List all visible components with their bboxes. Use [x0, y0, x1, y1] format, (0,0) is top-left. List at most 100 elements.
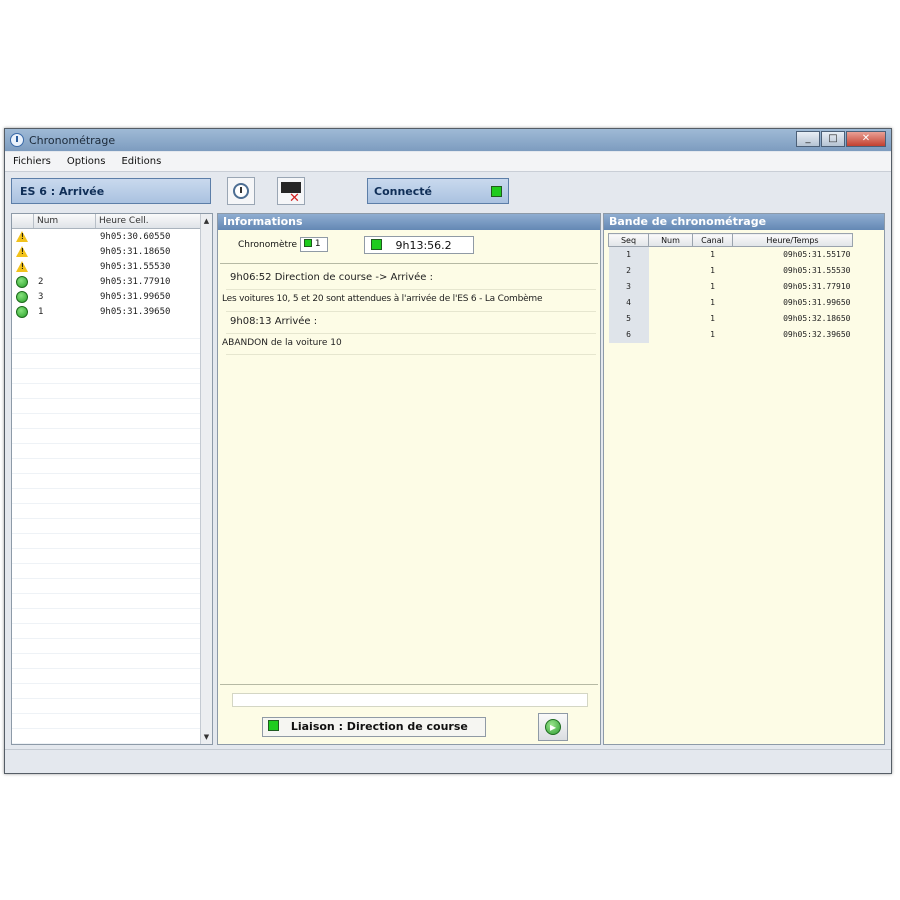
clock-button[interactable]	[227, 177, 255, 205]
column-header-icon[interactable]	[12, 214, 34, 228]
cell-num	[649, 263, 693, 279]
time-led-icon	[371, 239, 382, 250]
informations-panel: Informations Chronomètre 1 9h13:56.2 9h0…	[217, 213, 601, 745]
window-controls: _ □ ✕	[796, 131, 886, 147]
cell-time: 09h05:32.39650	[783, 330, 851, 339]
message-divider	[226, 289, 596, 290]
maximize-button[interactable]: □	[821, 131, 845, 147]
column-header-time[interactable]: Heure Cell.	[96, 214, 202, 228]
list-item-num: 3	[38, 291, 44, 302]
warning-icon	[16, 261, 28, 272]
cancel-button[interactable]	[277, 177, 305, 206]
minimize-button[interactable]: _	[796, 131, 820, 147]
cell-num	[649, 279, 693, 295]
informations-header: Informations	[218, 214, 600, 230]
list-item[interactable]: 9h05:31.18650	[12, 244, 212, 259]
chrono-label: Chronomètre	[238, 240, 298, 250]
current-time: 9h13:56.2	[395, 239, 452, 252]
list-item[interactable]: 2 9h05:31.77910	[12, 274, 212, 289]
table-row[interactable]: 1 1 09h05:31.55170	[608, 246, 853, 263]
chrono-row: Chronomètre 1 9h13:56.2	[218, 230, 600, 260]
title-bar[interactable]: Chronométrage _ □ ✕	[5, 129, 891, 151]
table-row[interactable]: 2 1 09h05:31.55530	[608, 262, 853, 279]
list-item-time: 9h05:30.60550	[100, 231, 171, 242]
clock-icon	[233, 183, 249, 199]
cell-seq: 6	[608, 326, 649, 343]
empty-rows	[12, 324, 212, 744]
message-divider	[226, 311, 596, 312]
check-circle-icon	[16, 276, 28, 288]
table-row[interactable]: 4 1 09h05:31.99650	[608, 294, 853, 311]
menu-options[interactable]: Options	[67, 156, 106, 167]
list-item[interactable]: 9h05:31.55530	[12, 259, 212, 274]
message-line: 9h06:52 Direction de course -> Arrivée :	[230, 272, 433, 283]
check-circle-icon	[16, 291, 28, 303]
chrono-selector[interactable]: 1	[300, 237, 328, 252]
link-led-icon	[268, 720, 279, 731]
list-item-time: 9h05:31.55530	[100, 261, 171, 272]
cell-time: 09h05:31.99650	[783, 298, 851, 307]
column-header-time[interactable]: Heure/Temps	[732, 233, 853, 247]
column-header-num[interactable]: Num	[34, 214, 96, 228]
cancel-icon	[281, 182, 301, 206]
cell-num	[649, 327, 693, 343]
cell-canal: 1	[710, 330, 715, 339]
list-item[interactable]: 1 9h05:31.39650	[12, 304, 212, 319]
bande-table: Seq Num Canal Heure/Temps 1 1 09h05:31.5…	[608, 233, 853, 343]
cell-time: 09h05:31.77910	[783, 282, 851, 291]
scroll-down-icon[interactable]: ▼	[201, 731, 212, 743]
cell-canal: 1	[710, 314, 715, 323]
cell-num	[649, 247, 693, 263]
cell-canal: 1	[710, 282, 715, 291]
cell-seq: 1	[608, 246, 649, 263]
cell-num	[649, 311, 693, 327]
arrow-right-icon	[545, 719, 561, 735]
menu-bar: Fichiers Options Editions	[5, 152, 891, 172]
column-header-num[interactable]: Num	[648, 233, 693, 247]
link-area: Liaison : Direction de course	[220, 684, 598, 744]
column-header-seq[interactable]: Seq	[608, 233, 649, 247]
message-divider	[226, 333, 596, 334]
scroll-up-icon[interactable]: ▲	[201, 215, 212, 227]
list-item-time: 9h05:31.77910	[100, 276, 171, 287]
cell-canal: 1	[710, 250, 715, 260]
menu-editions[interactable]: Editions	[121, 156, 161, 167]
cell-seq: 4	[608, 294, 649, 311]
warning-icon	[16, 231, 28, 242]
list-item-num: 1	[38, 306, 44, 317]
list-item[interactable]: 9h05:30.60550	[12, 229, 212, 244]
cell-seq: 5	[608, 310, 649, 327]
close-button[interactable]: ✕	[846, 131, 886, 147]
check-circle-icon	[16, 306, 28, 318]
chrono-led-icon	[304, 239, 312, 247]
cell-num	[649, 295, 693, 311]
table-row[interactable]: 3 1 09h05:31.77910	[608, 278, 853, 295]
message-line: 9h08:13 Arrivée :	[230, 316, 318, 327]
list-item[interactable]: 3 9h05:31.99650	[12, 289, 212, 304]
send-button[interactable]	[538, 713, 568, 741]
connection-led-icon	[491, 186, 502, 197]
messages-area[interactable]: 9h06:52 Direction de course -> Arrivée :…	[220, 263, 598, 683]
table-row[interactable]: 5 1 09h05:32.18650	[608, 310, 853, 327]
cell-time: 09h05:31.55530	[783, 266, 851, 275]
table-row[interactable]: 6 1 09h05:32.39650	[608, 326, 853, 343]
list-scrollbar[interactable]: ▲ ▼	[200, 214, 212, 744]
cell-seq: 3	[608, 278, 649, 295]
cell-seq: 2	[608, 262, 649, 279]
list-item-time: 9h05:31.18650	[100, 246, 171, 257]
link-status: Liaison : Direction de course	[262, 717, 486, 737]
message-line: Les voitures 10, 5 et 20 sont attendues …	[222, 294, 543, 304]
message-input[interactable]	[232, 693, 588, 707]
menu-fichiers[interactable]: Fichiers	[13, 156, 51, 167]
connection-status-label: Connecté	[374, 185, 432, 198]
link-status-label: Liaison : Direction de course	[290, 720, 468, 733]
column-header-canal[interactable]: Canal	[692, 233, 733, 247]
passages-list[interactable]: Num Heure Cell. 9h05:30.60550 9h05:31.18…	[11, 213, 213, 745]
cell-time: 09h05:32.18650	[783, 314, 851, 323]
list-item-num: 2	[38, 276, 44, 287]
toolbar: ES 6 : Arrivée Connecté	[5, 173, 891, 213]
list-item-time: 9h05:31.99650	[100, 291, 171, 302]
app-icon	[10, 133, 24, 147]
chrono-value: 1	[314, 239, 321, 249]
warning-icon	[16, 246, 28, 257]
